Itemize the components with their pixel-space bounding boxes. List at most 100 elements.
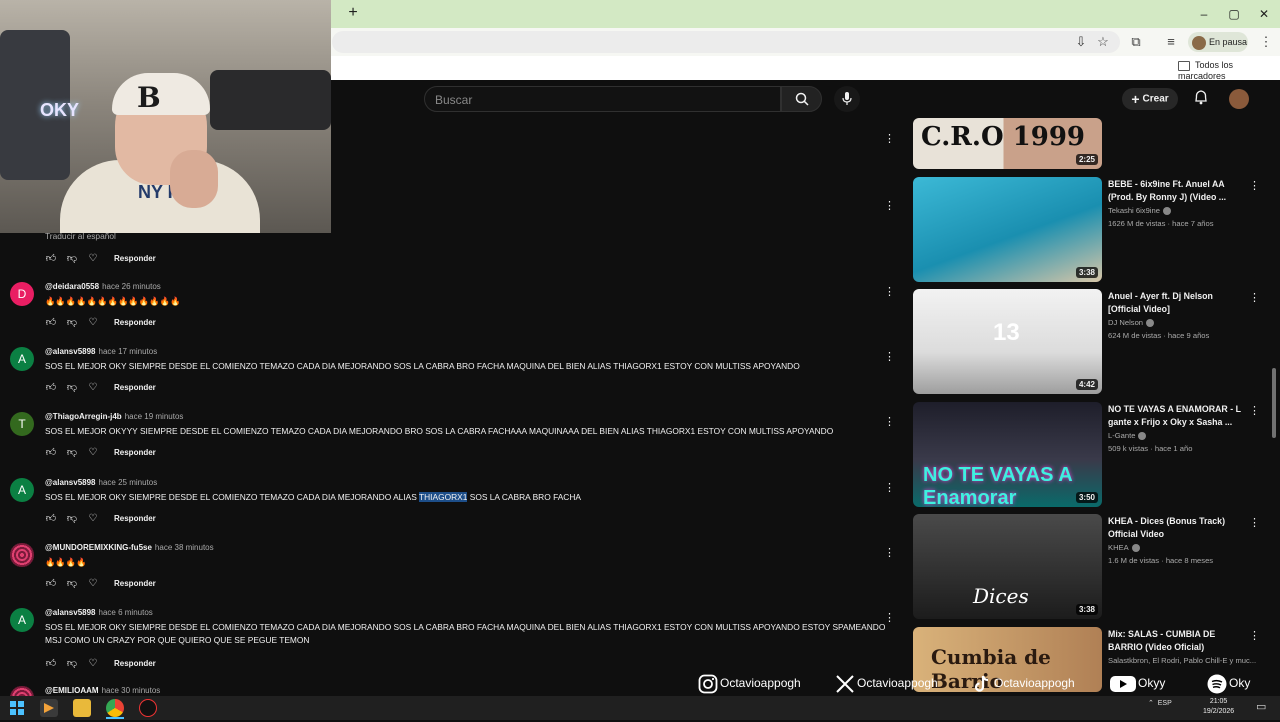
like-icon[interactable]: 👍︎ — [45, 577, 57, 589]
file-explorer-icon[interactable] — [73, 699, 91, 717]
channel-label[interactable]: Tekashi 6ix9ine — [1108, 206, 1160, 215]
all-bookmarks-button[interactable]: Todos los marcadores — [1178, 60, 1280, 81]
avatar[interactable] — [10, 543, 34, 567]
dislike-icon[interactable]: 👎︎ — [66, 657, 78, 669]
dislike-icon[interactable]: 👎︎ — [66, 577, 78, 589]
username[interactable]: @alansv5898 — [45, 608, 96, 617]
comment-author[interactable]: @deidara0558 hace 26 minutos — [45, 282, 161, 291]
username[interactable]: @MUNDOREMIXKING-fu5se — [45, 543, 152, 552]
comment-menu-icon[interactable]: ⋮ — [884, 481, 895, 494]
like-icon[interactable]: 👍︎ — [45, 316, 57, 328]
like-icon[interactable]: 👍︎ — [45, 512, 57, 524]
comment-menu-icon[interactable]: ⋮ — [884, 415, 895, 428]
search-button[interactable] — [781, 86, 822, 112]
video-thumbnail[interactable]: 13 4:42 — [913, 289, 1102, 394]
video-thumbnail[interactable]: Dices 3:38 — [913, 514, 1102, 619]
comment-author[interactable]: @alansv5898 hace 17 minutos — [45, 347, 157, 356]
heart-icon[interactable]: ♡ — [87, 382, 99, 393]
comment-author[interactable]: @alansv5898 hace 6 minutos — [45, 608, 153, 617]
create-button[interactable]: + Crear — [1122, 88, 1178, 110]
search-input[interactable]: Buscar — [424, 86, 781, 112]
chevron-up-icon[interactable]: ⌃ — [1148, 700, 1154, 707]
heart-icon[interactable]: ♡ — [87, 447, 99, 458]
dislike-icon[interactable]: 👎︎ — [66, 512, 78, 524]
extensions-icon[interactable]: ⧉ — [1127, 33, 1145, 51]
heart-icon[interactable]: ♡ — [87, 253, 99, 264]
dislike-icon[interactable]: 👎︎ — [66, 316, 78, 328]
video-thumbnail[interactable]: 3:38 — [913, 177, 1102, 282]
reply-button[interactable]: Responder — [114, 318, 156, 327]
video-title[interactable]: NO TE VAYAS A ENAMORAR - L gante x Frijo… — [1108, 403, 1243, 429]
like-icon[interactable]: 👍︎ — [45, 252, 57, 264]
comment-menu-icon[interactable]: ⋮ — [884, 546, 895, 559]
comment-menu-icon[interactable]: ⋮ — [884, 611, 895, 624]
account-avatar[interactable] — [1229, 89, 1249, 109]
video-title[interactable]: KHEA - Dices (Bonus Track) Official Vide… — [1108, 515, 1243, 541]
notification-center-icon[interactable]: ▭ — [1256, 700, 1266, 713]
video-menu-icon[interactable]: ⋮ — [1249, 516, 1260, 529]
video-title[interactable]: Anuel - Ayer ft. Dj Nelson [Official Vid… — [1108, 290, 1243, 316]
reply-button[interactable]: Responder — [114, 383, 156, 392]
channel-label[interactable]: KHEA — [1108, 543, 1129, 552]
avatar[interactable]: A — [10, 608, 34, 632]
like-icon[interactable]: 👍︎ — [45, 657, 57, 669]
browser-menu-icon[interactable]: ⋮ — [1257, 33, 1275, 51]
username[interactable]: @EMILIOAAM — [45, 686, 99, 695]
channel-label[interactable]: Salastkbron, El Rodri, Pablo Chill-E y m… — [1108, 656, 1256, 665]
voice-search-button[interactable] — [834, 86, 860, 112]
comment-author[interactable]: @ThiagoArregin-j4b hace 19 minutos — [45, 412, 183, 421]
address-bar[interactable] — [332, 31, 1120, 53]
comment-menu-icon[interactable]: ⋮ — [884, 132, 895, 145]
new-tab-button[interactable]: + — [344, 4, 362, 22]
comment-menu-icon[interactable]: ⋮ — [884, 199, 895, 212]
media-player-icon[interactable] — [40, 699, 58, 717]
avatar[interactable]: A — [10, 478, 34, 502]
comment-timestamp[interactable]: hace 38 minutos — [155, 543, 214, 552]
tray-language[interactable]: ESP — [1158, 700, 1172, 707]
video-title[interactable]: BEBE - 6ix9ine Ft. Anuel AA (Prod. By Ro… — [1108, 178, 1243, 204]
channel-name[interactable]: Salastkbron, El Rodri, Pablo Chill-E y m… — [1108, 656, 1258, 665]
reply-button[interactable]: Responder — [114, 448, 156, 457]
reply-button[interactable]: Responder — [114, 579, 156, 588]
video-thumbnail[interactable]: C.R.O 1999 2:25 — [913, 118, 1102, 169]
recording-app-icon[interactable] — [139, 699, 157, 717]
profile-button[interactable]: En pausa — [1188, 32, 1248, 52]
video-menu-icon[interactable]: ⋮ — [1249, 291, 1260, 304]
like-icon[interactable]: 👍︎ — [45, 381, 57, 393]
video-thumbnail[interactable]: NO TE VAYAS A Enamorar 3:50 — [913, 402, 1102, 507]
comment-menu-icon[interactable]: ⋮ — [884, 350, 895, 363]
comment-author[interactable]: @EMILIOAAM hace 30 minutos — [45, 686, 160, 695]
notifications-bell-icon[interactable] — [1192, 90, 1210, 108]
channel-label[interactable]: DJ Nelson — [1108, 318, 1143, 327]
close-window-button[interactable]: ✕ — [1252, 4, 1276, 24]
comment-author[interactable]: @alansv5898 hace 25 minutos — [45, 478, 157, 487]
install-app-icon[interactable]: ⇩ — [1072, 33, 1090, 51]
system-tray[interactable]: ⌃ ESP — [1148, 699, 1172, 707]
windows-start-icon[interactable] — [8, 699, 26, 717]
comment-timestamp[interactable]: hace 6 minutos — [99, 608, 153, 617]
username[interactable]: @ThiagoArregin-j4b — [45, 412, 122, 421]
video-menu-icon[interactable]: ⋮ — [1249, 404, 1260, 417]
media-control-icon[interactable]: ≡ — [1162, 33, 1180, 51]
reply-button[interactable]: Responder — [114, 514, 156, 523]
comment-menu-icon[interactable]: ⋮ — [884, 285, 895, 298]
minimize-button[interactable]: – — [1192, 4, 1216, 24]
heart-icon[interactable]: ♡ — [87, 317, 99, 328]
like-icon[interactable]: 👍︎ — [45, 446, 57, 458]
username[interactable]: @alansv5898 — [45, 478, 96, 487]
avatar[interactable]: T — [10, 412, 34, 436]
comment-timestamp[interactable]: hace 19 minutos — [125, 412, 184, 421]
scrollbar[interactable] — [1272, 368, 1276, 438]
video-menu-icon[interactable]: ⋮ — [1249, 629, 1260, 642]
heart-icon[interactable]: ♡ — [87, 578, 99, 589]
clock[interactable]: 21:05 19/2/2026 — [1203, 697, 1234, 717]
reply-button[interactable]: Responder — [114, 254, 156, 263]
comment-timestamp[interactable]: hace 30 minutos — [102, 686, 161, 695]
username[interactable]: @alansv5898 — [45, 347, 96, 356]
avatar[interactable]: A — [10, 347, 34, 371]
comment-author[interactable]: @MUNDOREMIXKING-fu5se hace 38 minutos — [45, 543, 214, 552]
maximize-button[interactable]: ▢ — [1222, 4, 1246, 24]
reply-button[interactable]: Responder — [114, 659, 156, 668]
chrome-icon[interactable] — [106, 699, 124, 717]
channel-name[interactable]: L-Gante — [1108, 431, 1258, 440]
